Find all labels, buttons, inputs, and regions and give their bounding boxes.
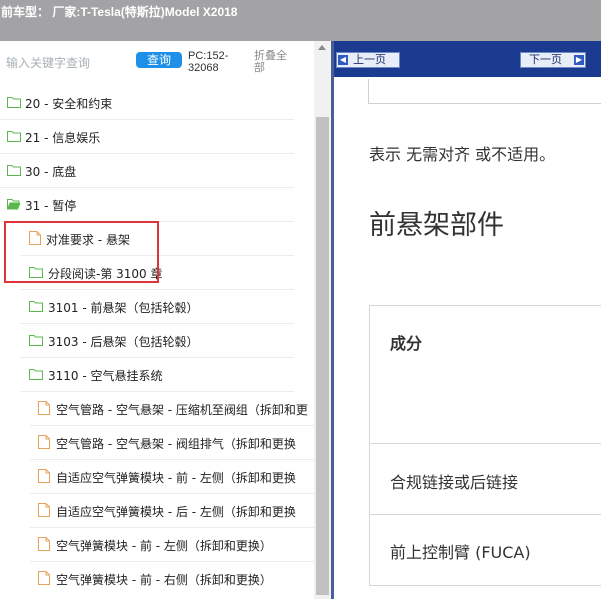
document-icon bbox=[38, 571, 50, 585]
table-cell: 前上控制臂 (FUCA) bbox=[390, 543, 531, 562]
folder-icon bbox=[29, 335, 43, 346]
vehicle-title: 前车型： 厂家:T-Tesla(特斯拉)Model X2018 bbox=[1, 5, 238, 19]
tree-item-label: 3110 - 空气悬挂系统 bbox=[48, 369, 163, 383]
tree-item-air-spring-front-right[interactable]: 空气弹簧模块 - 前 - 右侧（拆卸和更换） bbox=[30, 563, 314, 596]
tree-item-label: 空气弹簧模块 - 前 - 左侧（拆卸和更换） bbox=[56, 539, 272, 553]
tree-item-label: 空气管路 - 空气悬架 - 压缩机至阀组（拆卸和更 bbox=[56, 403, 308, 417]
tree-item-21[interactable]: 21 - 信息娱乐 bbox=[0, 121, 294, 154]
highlight-box bbox=[4, 221, 159, 283]
folder-icon bbox=[7, 131, 21, 142]
prev-page-button[interactable]: ◀ 上一页 bbox=[336, 52, 400, 68]
alignment-note: 表示 无需对齐 或不适用。 bbox=[369, 145, 556, 164]
tree-item-label: 自适应空气弹簧模块 - 前 - 左侧（拆卸和更换 bbox=[56, 471, 296, 485]
arrow-left-icon: ◀ bbox=[338, 55, 348, 65]
pc-code-line2: 32068 bbox=[188, 62, 219, 74]
folder-icon bbox=[7, 97, 21, 108]
table-cell: 合规链接或后链接 bbox=[390, 473, 519, 492]
collapse-all-line2: 部 bbox=[254, 61, 265, 74]
tree-item-label: 31 - 暂停 bbox=[25, 199, 77, 213]
arrow-right-icon: ▶ bbox=[574, 55, 584, 65]
tree-item-label: 20 - 安全和约束 bbox=[25, 97, 113, 111]
table-row: 前上控制臂 (FUCA) bbox=[370, 515, 601, 585]
search-bar: 查询 PC:152- 32068 折叠全 部 bbox=[0, 41, 314, 87]
tree-item-30[interactable]: 30 - 底盘 bbox=[0, 155, 294, 188]
tree-panel: 查询 PC:152- 32068 折叠全 部 20 - 安全和约束 21 - 信… bbox=[0, 41, 331, 599]
tree-item-air-line-compressor[interactable]: 空气管路 - 空气悬架 - 压缩机至阀组（拆卸和更 bbox=[30, 393, 314, 426]
page-nav-bar: ◀ 上一页 下一页 ▶ bbox=[334, 41, 601, 77]
table-header-row: 成分 bbox=[370, 306, 601, 444]
next-page-button[interactable]: 下一页 ▶ bbox=[520, 52, 586, 68]
tree-item-20[interactable]: 20 - 安全和约束 bbox=[0, 87, 294, 120]
document-icon bbox=[38, 435, 50, 449]
pc-code: PC:152- 32068 bbox=[188, 50, 236, 74]
tree-item-3110[interactable]: 3110 - 空气悬挂系统 bbox=[20, 359, 294, 392]
folder-icon bbox=[7, 165, 21, 176]
scroll-up-arrow-icon[interactable] bbox=[318, 45, 326, 50]
document-icon bbox=[38, 401, 50, 415]
tree-item-label: 自适应空气弹簧模块 - 后 - 左侧（拆卸和更换 bbox=[56, 505, 296, 519]
next-page-label: 下一页 bbox=[529, 53, 562, 66]
components-table: 成分 合规链接或后链接 前上控制臂 (FUCA) bbox=[369, 305, 601, 586]
tree-item-air-line-valve[interactable]: 空气管路 - 空气悬架 - 阀组排气（拆卸和更换 bbox=[30, 427, 314, 460]
section-heading: 前悬架部件 bbox=[369, 210, 504, 241]
document-icon bbox=[38, 503, 50, 517]
folder-open-icon bbox=[7, 199, 21, 210]
tree-scrollbar[interactable] bbox=[314, 41, 331, 599]
pc-code-line1: PC:152- bbox=[188, 50, 229, 62]
query-button[interactable]: 查询 bbox=[136, 52, 182, 68]
tree-item-3101[interactable]: 3101 - 前悬架（包括轮毂） bbox=[20, 291, 294, 324]
tree-item-label: 空气管路 - 空气悬架 - 阀组排气（拆卸和更换 bbox=[56, 437, 296, 451]
scrollbar-thumb[interactable] bbox=[316, 117, 329, 595]
prev-page-label: 上一页 bbox=[353, 53, 386, 66]
table-row: 合规链接或后链接 bbox=[370, 444, 601, 515]
previous-table-bottom bbox=[368, 79, 601, 104]
tree-item-adaptive-front-left[interactable]: 自适应空气弹簧模块 - 前 - 左侧（拆卸和更换 bbox=[30, 461, 314, 494]
document-icon bbox=[38, 537, 50, 551]
folder-icon bbox=[29, 369, 43, 380]
tree-item-adaptive-rear-left[interactable]: 自适应空气弹簧模块 - 后 - 左侧（拆卸和更换 bbox=[30, 495, 314, 528]
tree-item-label: 3103 - 后悬架（包括轮毂） bbox=[48, 335, 199, 349]
search-input[interactable] bbox=[6, 53, 132, 73]
tree-item-31[interactable]: 31 - 暂停 bbox=[0, 189, 294, 222]
tree-item-label: 21 - 信息娱乐 bbox=[25, 131, 101, 145]
tree-item-label: 30 - 底盘 bbox=[25, 165, 77, 179]
folder-icon bbox=[29, 301, 43, 312]
tree-item-label: 3101 - 前悬架（包括轮毂） bbox=[48, 301, 199, 315]
table-header-cell: 成分 bbox=[390, 334, 423, 353]
tree-item-label: 空气弹簧模块 - 前 - 右侧（拆卸和更换） bbox=[56, 573, 272, 587]
tree-item-air-spring-front-left[interactable]: 空气弹簧模块 - 前 - 左侧（拆卸和更换） bbox=[30, 529, 314, 562]
document-icon bbox=[38, 469, 50, 483]
collapse-all-button[interactable]: 折叠全 部 bbox=[254, 50, 294, 74]
content-panel: ◀ 上一页 下一页 ▶ 表示 无需对齐 或不适用。 前悬架部件 成分 合规链接或… bbox=[334, 41, 601, 599]
title-bar: 前车型： 厂家:T-Tesla(特斯拉)Model X2018 bbox=[0, 0, 601, 41]
tree-item-3103[interactable]: 3103 - 后悬架（包括轮毂） bbox=[20, 325, 294, 358]
